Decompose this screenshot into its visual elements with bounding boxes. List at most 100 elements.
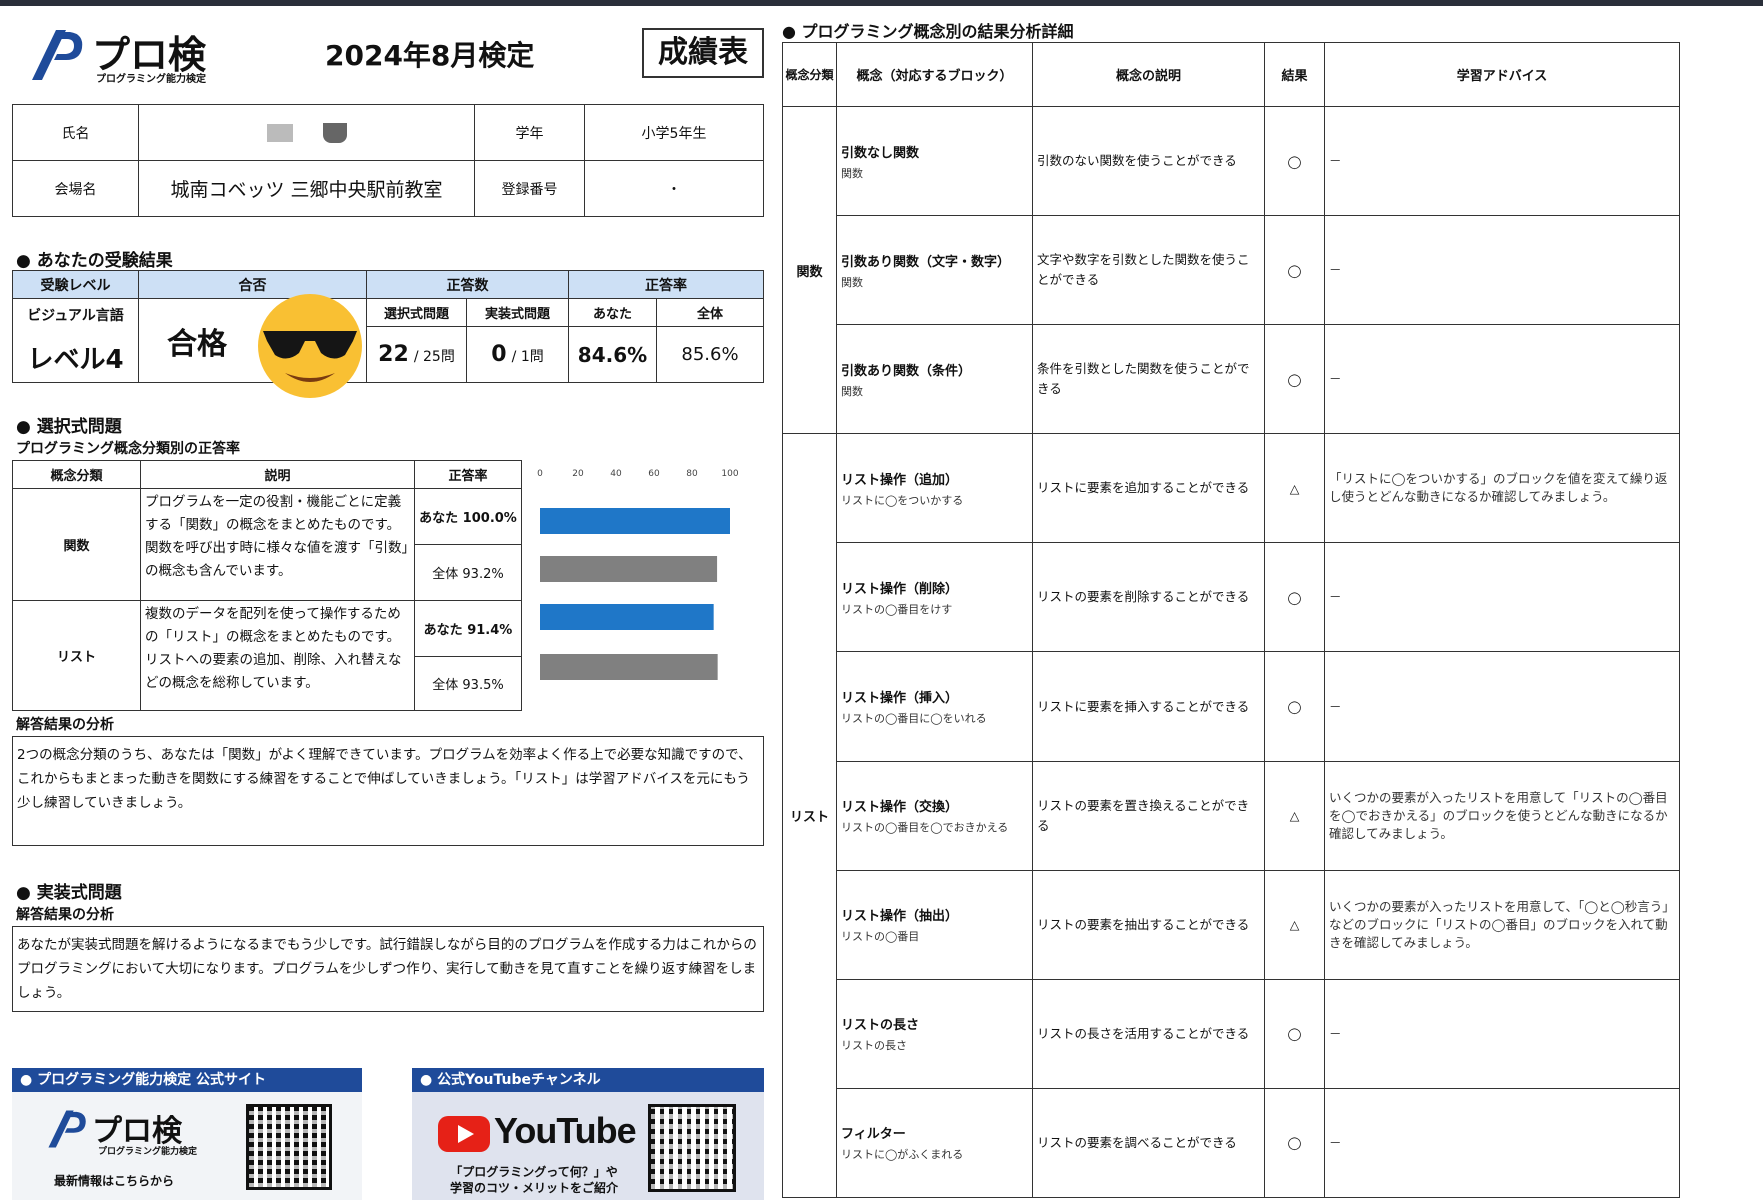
detail-row: リスト操作（交換） リストの◯番目を◯でおきかえる リストの要素を置き換えることがで… (783, 760, 1680, 871)
correct-count-header: 正答数 (366, 270, 569, 299)
detail-concept-desc: 文字や数字を引数とした関数を使うことができる (1032, 215, 1265, 326)
detail-concept-block: 関数 (841, 166, 863, 180)
redacted-name-block (266, 123, 293, 142)
pass-result: 合格 (138, 294, 367, 398)
logo-subtext: プログラミング能力検定 (96, 74, 206, 85)
sunglasses-emoji-icon (258, 294, 362, 398)
detail-concept: リストの長さ リストの長さ (836, 978, 1033, 1089)
detail-concept: リスト操作（抽出） リストの◯番目 (836, 869, 1033, 980)
name-label: 氏名 (12, 104, 139, 161)
detail-concept-block: リストの◯番目に◯をいれる (841, 712, 987, 726)
detail-result-symbol: △ (1264, 433, 1325, 544)
detail-advice: いくつかの要素が入ったリストを用意して「リストの◯番目を◯でおきかえる」のブロッ… (1324, 760, 1680, 871)
youtube-play-icon (438, 1116, 490, 1152)
choice-score: 22 / 25問 (366, 326, 467, 383)
detail-concept-block: リストに◯がふくまれる (841, 1148, 964, 1162)
advice-header: 学習アドバイス (1324, 42, 1680, 107)
detail-result-symbol: △ (1264, 869, 1325, 980)
choice-analysis-text: 2つの概念分類のうち、あなたは「関数」がよく理解できています。プログラムを効率よ… (12, 736, 764, 846)
your-rate: 84.6% (568, 326, 657, 383)
pass-text: 合格 (167, 326, 227, 362)
official-site-banner[interactable]: ● プログラミング能力検定 公式サイト プロ検 プログラミング能力検定 最新情報… (12, 1068, 362, 1200)
concept-you-rate: あなた 100.0% (414, 488, 522, 545)
choice-analysis-heading: 解答結果の分析 (16, 717, 114, 733)
detail-concept: 引数あり関数（条件） 関数 (836, 324, 1033, 435)
concept-overall-rate: 全体 93.2% (414, 544, 522, 601)
x-tick-label: 60 (648, 469, 660, 479)
overall-label: 全体 (656, 298, 764, 327)
detail-concept-name: リスト操作（削除） (841, 581, 959, 597)
detail-concept: リスト操作（挿入） リストの◯番目に◯をいれる (836, 651, 1033, 762)
rate-bar (540, 654, 718, 680)
x-tick-label: 40 (610, 469, 622, 479)
detail-row: フィルターリストに◯がふくまれる リストの要素を調べることができる ◯ － (783, 1087, 1680, 1199)
detail-advice: － (1324, 651, 1680, 762)
impl-questions-label: 実装式問題 (466, 298, 569, 327)
detail-concept-name: リスト操作（挿入） (841, 691, 959, 707)
concept-detail-table: 概念分類 概念（対応するブロック） 概念の説明 結果 学習アドバイス 関数 引数な… (782, 42, 1680, 1199)
venue-label: 会場名 (12, 160, 139, 217)
rate-bar (540, 508, 730, 534)
impl-score-value: 0 (491, 342, 507, 367)
detail-concept-desc: 引数のない関数を使うことができる (1032, 105, 1265, 217)
detail-concept-block: リストの◯番目 (841, 930, 920, 944)
grade-label: 学年 (474, 104, 585, 161)
detail-advice: － (1324, 1087, 1680, 1199)
official-site-qr-code[interactable] (246, 1104, 332, 1190)
impl-analysis-heading: 解答結果の分析 (16, 907, 114, 923)
name-value (138, 104, 475, 161)
choice-questions-label: 選択式問題 (366, 298, 467, 327)
choice-section-heading: ● 選択式問題 (16, 417, 122, 437)
you-label: あなた (568, 298, 657, 327)
detail-concept: 引数なし関数 関数 (836, 105, 1033, 217)
exam-date-title: 2024年8月検定 (325, 39, 535, 72)
footer-logo-subtext: プログラミング能力検定 (98, 1147, 198, 1157)
youtube-wordmark: YouTube (494, 1110, 637, 1151)
concept-header: 概念分類 (12, 460, 141, 489)
detail-result-symbol: ◯ (1264, 1087, 1325, 1199)
concept-you-rate: あなた 91.4% (414, 600, 522, 657)
detail-concept-desc: リストの長さを活用することができる (1032, 978, 1265, 1089)
detail-concept: リスト操作（削除） リストの◯番目をけす (836, 542, 1033, 653)
candidate-info-table: 氏名 学年 小学5年生 会場名 城南コベッツ 三郷中央駅前教室 登録番号 ・ (12, 104, 764, 217)
exam-results-table: 受験レベル 合否 正答数 正答率 ビジュアル言語 レベル4 合格 選択式問題 実… (12, 270, 764, 398)
official-site-banner-title: ● プログラミング能力検定 公式サイト (12, 1068, 362, 1092)
detail-concept-block: リストの◯番目をけす (841, 602, 953, 616)
detail-concept-desc: リストに要素を挿入することができる (1032, 651, 1265, 762)
result-header: 結果 (1264, 42, 1325, 107)
detail-concept: リスト操作（交換） リストの◯番目を◯でおきかえる (836, 760, 1033, 871)
detail-concept-name: 引数なし関数 (841, 145, 920, 161)
concept-rate-bar-chart: 0 20 40 60 80 100 (537, 469, 739, 680)
concept-rate-table: 概念分類 説明 正答率 関数 プログラムを一定の役割・機能ごとに定義する「関数」… (12, 460, 522, 711)
detail-concept-name: 引数あり関数（条件） (841, 363, 972, 379)
choice-score-total: / 25問 (413, 349, 455, 365)
detail-result-symbol: ◯ (1264, 542, 1325, 653)
x-tick-label: 80 (686, 469, 698, 479)
detail-row: 関数 引数なし関数 関数 引数のない関数を使うことができる ◯ － (782, 105, 1680, 435)
detail-advice: － (1324, 542, 1680, 653)
detail-concept-desc: リストに要素を追加することができる (1032, 433, 1265, 544)
detail-concept-name: フィルター (841, 1127, 906, 1143)
level-header: 受験レベル (12, 270, 139, 299)
impl-section-heading: ● 実装式問題 (16, 883, 122, 903)
detail-concept-name: リスト操作（追加） (841, 472, 959, 488)
youtube-qr-code[interactable] (648, 1104, 736, 1192)
logo: プロ検 プログラミング能力検定 (26, 24, 226, 86)
prokentei-logo-icon (32, 30, 83, 80)
detail-advice: － (1324, 215, 1680, 326)
detail-concept-block: リストの◯番目を◯でおきかえる (841, 821, 1009, 835)
detail-concept-name: リスト操作（抽出） (841, 909, 959, 925)
detail-concept-desc: 条件を引数とした関数を使うことができる (1032, 324, 1265, 435)
detail-concept-desc: リストの要素を削除することができる (1032, 542, 1265, 653)
detail-row: リスト リスト操作（追加） リストに◯をついかする リストに要素を追加することができる… (782, 433, 1680, 1198)
description-header: 説明 (140, 460, 415, 489)
impl-score-total: / 1問 (511, 349, 544, 365)
youtube-channel-banner[interactable]: ● 公式YouTubeチャンネル YouTube 「プログラミングって何？」や … (412, 1068, 764, 1200)
choice-score-value: 22 (378, 342, 409, 367)
top-window-bar (0, 0, 1763, 6)
exam-results-heading: ● あなたの受験結果 (16, 251, 173, 271)
detail-row: リスト操作（削除） リストの◯番目をけす リストの要素を削除することができる ◯ － (783, 542, 1680, 653)
detail-row: リスト操作（挿入） リストの◯番目に◯をいれる リストに要素を挿入することができる ◯… (783, 651, 1680, 762)
detail-concept-desc: リストの要素を調べることができる (1032, 1087, 1265, 1199)
detail-advice: － (1324, 978, 1680, 1089)
